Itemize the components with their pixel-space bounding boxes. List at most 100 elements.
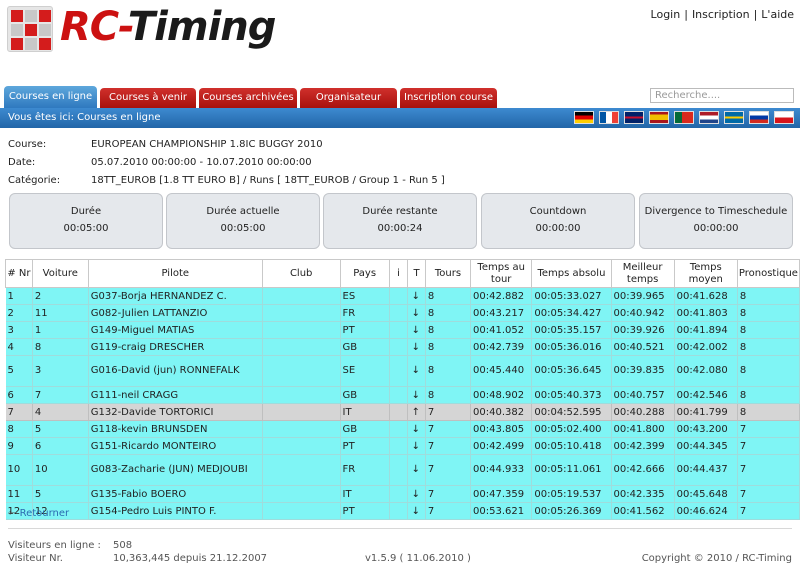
flag-gb-icon[interactable] (624, 111, 644, 124)
cell-country: GB (340, 338, 390, 356)
cell-lap: 00:43.805 (470, 420, 533, 438)
tab-courses-en-ligne[interactable]: Courses en ligne (4, 86, 97, 108)
cell-best: 00:41.800 (611, 420, 675, 438)
cell-pilot: G083-Zacharie (JUN) MEDJOUBI (88, 454, 263, 486)
footer-divider (8, 528, 792, 529)
timer-box-divergence: Divergence to Timeschedule 00:00:00 (639, 193, 793, 249)
course-date: 05.07.2010 00:00:00 - 10.07.2010 00:00:0… (91, 157, 312, 168)
arrow-up-icon: ↑ (411, 406, 420, 418)
cell-car: 7 (32, 386, 89, 404)
cell-car: 3 (32, 355, 89, 387)
cell-nr: 8 (5, 420, 33, 438)
cell-abs: 00:05:33.027 (531, 287, 612, 305)
flag-es-icon[interactable] (649, 111, 669, 124)
cell-best: 00:40.288 (611, 403, 675, 421)
cell-avg: 00:43.200 (674, 420, 738, 438)
cell-avg: 00:42.080 (674, 355, 738, 387)
search-input[interactable]: Recherche.... (650, 88, 794, 103)
tab-courses-archivees[interactable]: Courses archivées (199, 88, 297, 108)
trend-cell: ↓ (407, 321, 426, 339)
cell-abs: 00:05:36.016 (531, 338, 612, 356)
cell-avg: 00:41.628 (674, 287, 738, 305)
table-row[interactable]: 10 10 G083-Zacharie (JUN) MEDJOUBI FR ↓ 7 00:4… (5, 454, 800, 486)
cell-prog: 8 (737, 355, 800, 387)
cell-lap: 00:47.359 (470, 485, 533, 503)
cell-car: 11 (32, 304, 89, 322)
cell-country: FR (340, 454, 390, 486)
cell-avg: 00:44.345 (674, 437, 738, 455)
cell-best: 00:40.757 (611, 386, 675, 404)
column-header: Voiture (31, 259, 89, 288)
breadcrumb: Vous êtes ici: Courses en ligne (8, 112, 161, 123)
trend-cell: ↓ (407, 355, 426, 387)
cell-avg: 00:45.648 (674, 485, 738, 503)
arrow-down-icon: ↓ (411, 307, 420, 319)
help-link[interactable]: L'aide (761, 8, 794, 21)
arrow-down-icon: ↓ (411, 423, 420, 435)
cell-prog: 8 (737, 304, 800, 322)
cell-club (262, 454, 341, 486)
cell-abs: 00:05:40.373 (531, 386, 612, 404)
tab-courses-a-venir[interactable]: Courses à venir (100, 88, 196, 108)
cell-pilot: G119-craig DRESCHER (88, 338, 263, 356)
cell-pilot: G149-Miguel MATIAS (88, 321, 263, 339)
brand-logo[interactable]: RC-Timing (60, 4, 276, 50)
cell-club (262, 485, 341, 503)
arrow-left-icon: ⇽ (8, 508, 17, 519)
cell-avg: 00:42.546 (674, 386, 738, 404)
flag-fr-icon[interactable] (599, 111, 619, 124)
timer-box-duree-restante: Durée restante 00:00:24 (323, 193, 477, 249)
column-header: Temps absolu (531, 259, 612, 288)
cell-pilot: G135-Fabio BOERO (88, 485, 263, 503)
cell-laps: 8 (425, 338, 472, 356)
table-row[interactable]: 7 4 G132-Davide TORTORICI IT ↑ 7 00:40.382 00:0… (5, 403, 800, 421)
cell-prog: 8 (737, 287, 800, 305)
table-row[interactable]: 2 11 G082-Julien LATTANZIO FR ↓ 8 00:43.217 00:… (5, 304, 800, 322)
table-row[interactable]: 9 6 G151-Ricardo MONTEIRO PT ↓ 7 00:42.499 00:0… (5, 437, 800, 455)
timer-box-duree: Durée 00:05:00 (9, 193, 163, 249)
table-row[interactable]: 12 12 G154-Pedro Luis PINTO F. PT ↓ 7 00:53.62… (5, 502, 800, 520)
cell-nr: 1 (5, 287, 33, 305)
table-row[interactable]: 11 5 G135-Fabio BOERO IT ↓ 7 00:47.359 00:05:19… (5, 485, 800, 503)
flag-nl-icon[interactable] (699, 111, 719, 124)
flag-pt-icon[interactable] (674, 111, 694, 124)
cell-club (262, 437, 341, 455)
arrow-down-icon: ↓ (411, 324, 420, 336)
cell-lap: 00:41.052 (470, 321, 533, 339)
table-row[interactable]: 4 8 G119-craig DRESCHER GB ↓ 8 00:42.739 00:05:… (5, 338, 800, 356)
cell-country: PT (340, 437, 390, 455)
flag-se-icon[interactable] (724, 111, 744, 124)
cell-nr: 5 (5, 355, 33, 387)
table-row[interactable]: 8 5 G118-kevin BRUNSDEN GB ↓ 7 00:43.805 00:05:… (5, 420, 800, 438)
race-info: Course: EUROPEAN CHAMPIONSHIP 1.8IC BUGGY… (8, 139, 445, 186)
table-row[interactable]: 6 7 G111-neil CRAGG GB ↓ 8 00:48.902 00:05:40.3… (5, 386, 800, 404)
cell-country: IT (340, 485, 390, 503)
cell-nr: 6 (5, 386, 33, 404)
cell-nr: 11 (5, 485, 33, 503)
flag-cz-icon[interactable] (774, 111, 794, 124)
cell-best: 00:39.926 (611, 321, 675, 339)
tab-inscription-course[interactable]: Inscription course (400, 88, 497, 108)
course-name: EUROPEAN CHAMPIONSHIP 1.8IC BUGGY 2010 (91, 139, 323, 150)
trend-cell: ↓ (407, 338, 426, 356)
table-row[interactable]: 5 3 G016-David (jun) RONNEFALK SE ↓ 8 00:45.44… (5, 355, 800, 387)
arrow-down-icon: ↓ (411, 290, 420, 302)
info-cell (389, 502, 409, 520)
table-row[interactable]: 3 1 G149-Miguel MATIAS PT ↓ 8 00:41.052 00:05:3… (5, 321, 800, 339)
back-link[interactable]: ⇽ Retourner (8, 508, 69, 519)
trend-cell: ↓ (407, 502, 426, 520)
info-cell (389, 386, 409, 404)
tab-organisateur[interactable]: Organisateur (300, 88, 397, 108)
column-header: Temps au tour (469, 259, 533, 288)
table-row[interactable]: 1 2 G037-Borja HERNANDEZ C. ES ↓ 8 00:42.882 00… (5, 287, 800, 305)
login-link[interactable]: Login (651, 8, 681, 21)
flag-ru-icon[interactable] (749, 111, 769, 124)
info-cell (389, 454, 409, 486)
flag-de-icon[interactable] (574, 111, 594, 124)
top-links: Login | Inscription | L'aide (650, 8, 794, 21)
info-cell (389, 287, 409, 305)
register-link[interactable]: Inscription (692, 8, 750, 21)
cell-country: PT (340, 321, 390, 339)
cell-country: ES (340, 287, 390, 305)
visitor-number: 10,363,445 depuis 21.12.2007 (113, 553, 268, 564)
